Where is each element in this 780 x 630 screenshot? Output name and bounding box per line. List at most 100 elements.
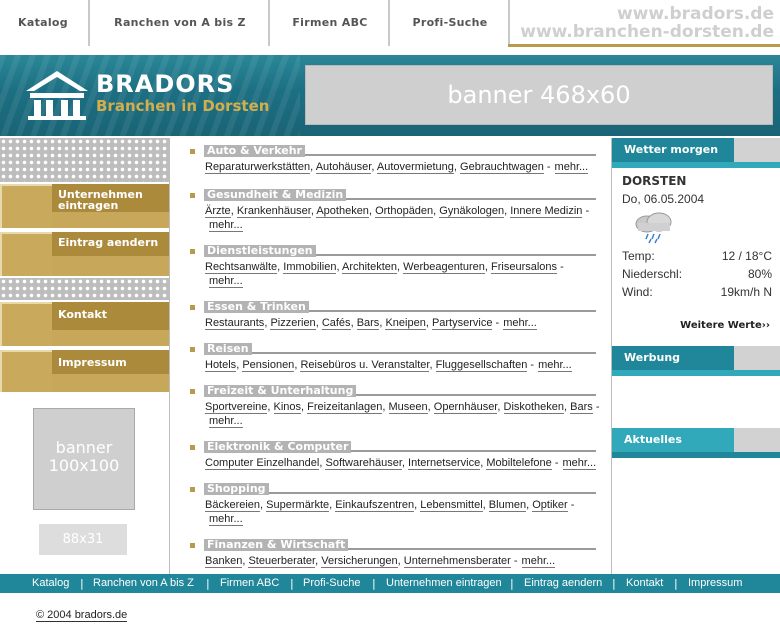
category-link[interactable]: Sportvereine — [205, 401, 268, 414]
footer-link[interactable]: Profi-Suche — [303, 574, 360, 593]
category-link[interactable]: Reisebüros u. Veranstalter — [300, 359, 430, 372]
category-link[interactable]: Banken — [205, 555, 243, 568]
category-link[interactable]: Supermärkte — [266, 499, 330, 512]
more-link[interactable]: mehr... — [503, 317, 537, 330]
footer-link[interactable]: Unternehmen eintragen — [386, 574, 502, 593]
category-title[interactable]: Elektronik & Computer — [204, 441, 352, 453]
category-link[interactable]: Mobiltelefone — [486, 457, 552, 470]
banner-100x100[interactable]: banner 100x100 — [33, 408, 135, 510]
more-link[interactable]: mehr... — [209, 415, 243, 428]
category-link[interactable]: Gynäkologen — [439, 205, 505, 218]
category-link[interactable]: Einkaufszentren — [335, 499, 415, 512]
category-title[interactable]: Finanzen & Wirtschaft — [204, 539, 349, 551]
category-link[interactable]: Bars — [356, 317, 380, 330]
category-link[interactable]: Museen — [388, 401, 428, 414]
category-title[interactable]: Dienstleistungen — [204, 245, 316, 257]
copyright-link[interactable]: © 2004 bradors.de — [36, 609, 128, 622]
category-title[interactable]: Gesundheit & Medizin — [204, 189, 347, 201]
footer-link[interactable]: Katalog — [32, 574, 69, 593]
category-title[interactable]: Freizeit & Unterhaltung — [204, 385, 357, 397]
category-title[interactable]: Reisen — [204, 343, 252, 355]
category-link[interactable]: Gebrauchtwagen — [460, 161, 544, 174]
more-weather-link[interactable]: Weitere Werte›› — [680, 320, 770, 331]
domain-underline — [508, 44, 780, 47]
banner-468x60[interactable]: banner 468x60 — [305, 65, 773, 125]
category-link[interactable]: Krankenhäuser — [236, 205, 311, 218]
domain-labels: www.bradors.de www.branchen-dorsten.de — [520, 5, 774, 41]
category-link[interactable]: Bars — [570, 401, 593, 414]
topnav-profi-suche[interactable]: Profi-Suche — [392, 0, 508, 46]
category-title[interactable]: Essen & Trinken — [204, 301, 309, 313]
category-bullet — [190, 389, 195, 394]
footer-link[interactable]: Ranchen von A bis Z — [93, 574, 194, 593]
topnav-katalog[interactable]: Katalog — [0, 0, 86, 46]
category-link[interactable]: Cafés — [321, 317, 351, 330]
category-link[interactable]: Innere Medizin — [510, 205, 583, 218]
category-link[interactable]: Ärzte — [205, 205, 231, 218]
topnav-branchen-a-z[interactable]: Ranchen von A bis Z — [92, 0, 268, 46]
category-link[interactable]: Kneipen — [385, 317, 426, 330]
category-link[interactable]: Werbeagenturen — [403, 261, 485, 274]
topnav-firmen-abc[interactable]: Firmen ABC — [272, 0, 388, 46]
rain-value: 80% — [747, 267, 772, 281]
menu-unternehmen-eintragen[interactable]: Unternehmen eintragen — [0, 184, 170, 228]
category-link[interactable]: Architekten — [341, 261, 398, 274]
more-link[interactable]: mehr... — [209, 219, 243, 232]
category-links: Rechtsanwälte, Immobilien, Architekten, … — [205, 261, 564, 288]
footer-link[interactable]: Kontakt — [626, 574, 663, 593]
category-link[interactable]: Softwarehäuser — [325, 457, 402, 470]
wind-label: Wind: — [622, 285, 653, 299]
banner-88x31[interactable]: 88x31 — [39, 524, 127, 555]
category-title[interactable]: Auto & Verkehr — [204, 145, 305, 157]
more-link[interactable]: mehr... — [209, 275, 243, 288]
category-link[interactable]: Blumen — [488, 499, 527, 512]
category-link[interactable]: Reparaturwerkstätten — [205, 161, 311, 174]
category-link[interactable]: Pizzerien — [270, 317, 316, 330]
category-link[interactable]: Autovermietung — [376, 161, 454, 174]
more-link[interactable]: mehr... — [554, 161, 589, 174]
category-link[interactable]: Lebensmittel — [420, 499, 483, 512]
category-link[interactable]: Kinos — [273, 401, 302, 414]
category-link[interactable]: Rechtsanwälte — [205, 261, 278, 274]
category-link[interactable]: Immobilien — [283, 261, 337, 274]
category-link[interactable]: Friseursalons — [491, 261, 558, 274]
category-link[interactable]: Unternehmensberater — [403, 555, 511, 568]
category-link[interactable]: Restaurants — [205, 317, 265, 330]
category-link[interactable]: Orthopäden — [375, 205, 434, 218]
category-link[interactable]: Internetservice — [408, 457, 481, 470]
menu-label: Impressum — [52, 350, 170, 374]
brand-name[interactable]: BRADORS — [96, 70, 234, 98]
footer-link[interactable]: Impressum — [688, 574, 742, 593]
more-link[interactable]: mehr... — [209, 513, 243, 526]
topnav-separator — [388, 0, 390, 46]
more-link[interactable]: mehr... — [538, 359, 572, 372]
category-link[interactable]: Bäckereien — [205, 499, 261, 512]
category-link[interactable]: Steuerberater — [248, 555, 316, 568]
category-link[interactable]: Diskotheken — [503, 401, 565, 414]
category-title[interactable]: Shopping — [204, 483, 269, 495]
footer-link[interactable]: Firmen ABC — [220, 574, 279, 593]
weather-header: Wetter morgen — [612, 138, 780, 168]
more-link[interactable]: mehr... — [521, 555, 556, 568]
category-link[interactable]: Fluggesellschaften — [435, 359, 528, 372]
category-link[interactable]: Versicherungen — [321, 555, 398, 568]
category-link[interactable]: Hotels — [205, 359, 237, 372]
category-bullet — [190, 543, 195, 548]
category-link[interactable]: Computer Einzelhandel — [205, 457, 320, 470]
more-link[interactable]: mehr... — [562, 457, 597, 470]
category-link[interactable]: Pensionen — [242, 359, 295, 372]
footer-link[interactable]: Eintrag aendern — [524, 574, 602, 593]
header-strip — [612, 370, 780, 376]
category-link[interactable]: Partyservice — [431, 317, 493, 330]
menu-eintrag-aendern[interactable]: Eintrag aendern — [0, 232, 170, 276]
banner100-line2: 100x100 — [48, 456, 120, 475]
category-link[interactable]: Opernhäuser — [433, 401, 498, 414]
category-link[interactable]: Freizeitanlagen — [307, 401, 383, 414]
menu-impressum[interactable]: Impressum — [0, 350, 170, 392]
category-link[interactable]: Autohäuser — [315, 161, 372, 174]
category-bullet — [190, 193, 195, 198]
category-links: Ärzte, Krankenhäuser, Apotheken, Orthopä… — [205, 205, 590, 232]
category-link[interactable]: Apotheken — [316, 205, 369, 218]
menu-kontakt[interactable]: Kontakt — [0, 302, 170, 346]
category-link[interactable]: Optiker — [532, 499, 568, 512]
